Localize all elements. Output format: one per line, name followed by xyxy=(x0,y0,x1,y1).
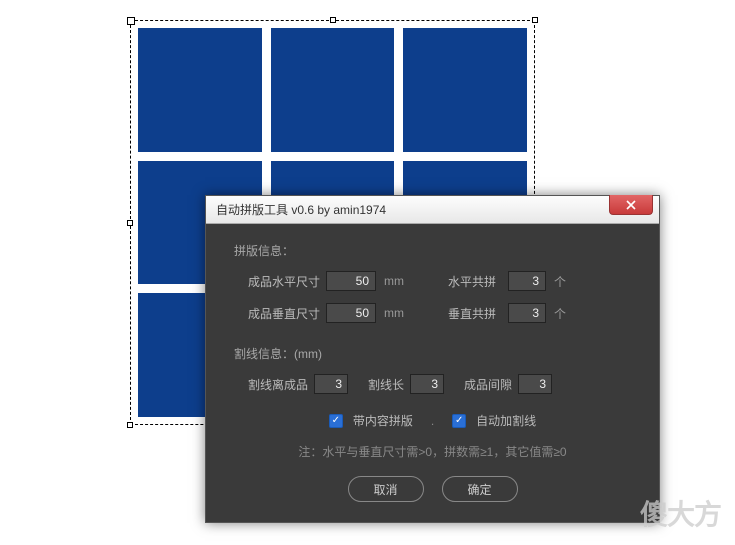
grid-cell xyxy=(403,28,527,152)
layout-section-label: 拼版信息： xyxy=(234,242,631,259)
with-content-label: 带内容拼版 xyxy=(353,412,413,429)
close-icon xyxy=(625,200,637,210)
cut-row: 割线离成品 割线长 成品间隙 xyxy=(248,374,631,394)
cut-gap-input[interactable] xyxy=(518,374,552,394)
rows-unit: 个 xyxy=(554,305,578,322)
auto-cutline-checkbox[interactable]: ✓ xyxy=(452,414,466,428)
auto-cutline-label: 自动加割线 xyxy=(476,412,536,429)
height-input[interactable] xyxy=(326,303,376,323)
width-label: 成品水平尺寸 xyxy=(248,273,326,290)
height-unit: mm xyxy=(384,306,408,320)
separator-dot: . xyxy=(431,414,434,428)
height-label: 成品垂直尺寸 xyxy=(248,305,326,322)
height-row: 成品垂直尺寸 mm 垂直共拼 个 xyxy=(248,303,631,323)
rows-label: 垂直共拼 xyxy=(448,305,508,322)
ok-button[interactable]: 确定 xyxy=(442,476,518,502)
checkbox-row: ✓ 带内容拼版 . ✓ 自动加割线 xyxy=(234,412,631,429)
width-unit: mm xyxy=(384,274,408,288)
close-button[interactable] xyxy=(609,195,653,215)
width-input[interactable] xyxy=(326,271,376,291)
button-row: 取消 确定 xyxy=(234,476,631,502)
note-text: 注：水平与垂直尺寸需>0，拼数需≥1，其它值需≥0 xyxy=(234,443,631,460)
watermark-text: 傻大方 xyxy=(640,493,721,533)
cut-section-label: 割线信息：(mm) xyxy=(234,345,631,362)
dialog-body: 拼版信息： 成品水平尺寸 mm 水平共拼 个 成品垂直尺寸 mm 垂直共拼 个 … xyxy=(206,224,659,522)
cancel-button[interactable]: 取消 xyxy=(348,476,424,502)
rows-input[interactable] xyxy=(508,303,546,323)
dialog-titlebar[interactable]: 自动拼版工具 v0.6 by amin1974 xyxy=(206,196,659,224)
cut-offset-label: 割线离成品 xyxy=(248,376,308,393)
grid-cell xyxy=(271,28,395,152)
cols-label: 水平共拼 xyxy=(448,273,508,290)
with-content-checkbox[interactable]: ✓ xyxy=(329,414,343,428)
auto-layout-dialog: 自动拼版工具 v0.6 by amin1974 拼版信息： 成品水平尺寸 mm … xyxy=(205,195,660,523)
cut-length-label: 割线长 xyxy=(368,376,404,393)
cut-offset-input[interactable] xyxy=(314,374,348,394)
grid-cell xyxy=(138,28,262,152)
cols-unit: 个 xyxy=(554,273,578,290)
cut-length-input[interactable] xyxy=(410,374,444,394)
cut-gap-label: 成品间隙 xyxy=(464,376,512,393)
width-row: 成品水平尺寸 mm 水平共拼 个 xyxy=(248,271,631,291)
dialog-title: 自动拼版工具 v0.6 by amin1974 xyxy=(216,201,386,218)
cols-input[interactable] xyxy=(508,271,546,291)
